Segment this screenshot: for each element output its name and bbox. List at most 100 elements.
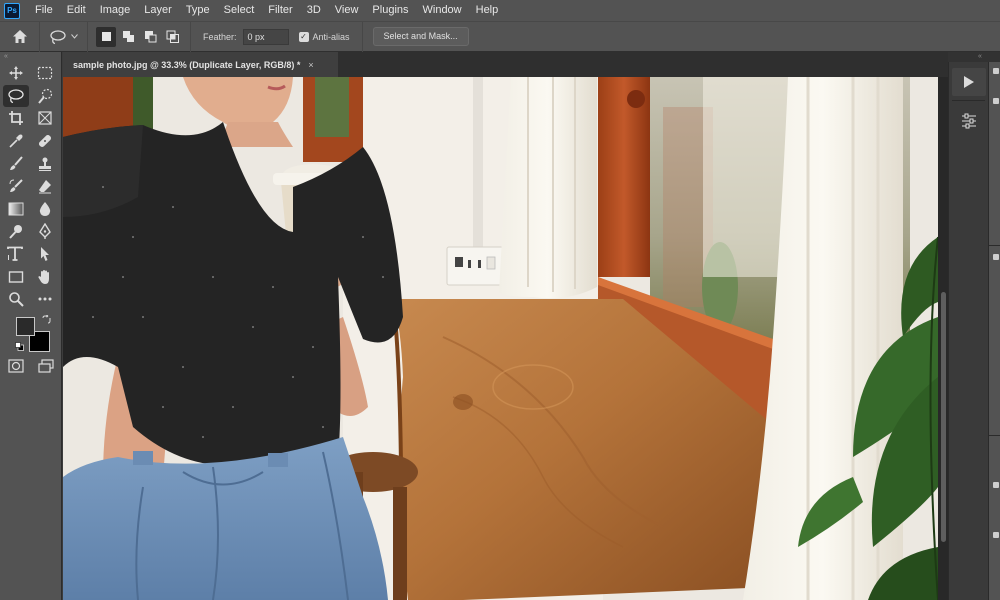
photoshop-window: Ps File Edit Image Layer Type Select Fil… — [0, 0, 1000, 600]
feather-label: Feather: — [203, 31, 237, 42]
actions-play-button[interactable] — [952, 68, 986, 96]
menu-edit[interactable]: Edit — [60, 0, 93, 21]
panel-marker — [993, 68, 999, 74]
menu-image[interactable]: Image — [93, 0, 138, 21]
more-tools[interactable] — [32, 288, 58, 311]
panel-marker — [993, 532, 999, 538]
intersect-selection-button[interactable] — [162, 27, 182, 47]
divider — [989, 435, 1000, 436]
document-tab-bar: sample photo.jpg @ 33.3% (Duplicate Laye… — [63, 52, 948, 77]
lasso-tool[interactable] — [3, 84, 29, 108]
quick-select-icon — [38, 88, 53, 104]
tool-preset-picker[interactable] — [40, 21, 88, 52]
panels-strip — [988, 62, 1000, 600]
new-selection-icon — [101, 32, 111, 41]
ellipsis-icon — [38, 297, 52, 301]
menu-bar: Ps File Edit Image Layer Type Select Fil… — [0, 0, 1000, 21]
quick-mask-icon[interactable] — [8, 358, 24, 373]
menu-type[interactable]: Type — [179, 0, 217, 21]
scrollbar-thumb[interactable] — [941, 292, 946, 542]
collapse-panels-button[interactable]: « — [948, 52, 1000, 62]
gradient-tool[interactable] — [3, 198, 29, 221]
canvas-vertical-scrollbar[interactable] — [938, 77, 948, 600]
panel-marker — [993, 254, 999, 260]
quick-select-tool[interactable] — [32, 85, 58, 108]
close-tab-icon[interactable]: × — [308, 60, 313, 70]
add-selection-icon — [122, 31, 134, 42]
tools-panel: « — [0, 52, 62, 600]
default-colors-icon[interactable] — [15, 341, 24, 351]
menu-view[interactable]: View — [328, 0, 366, 21]
brush-icon — [10, 156, 23, 170]
screen-mode-icon[interactable] — [38, 358, 54, 373]
menu-help[interactable]: Help — [469, 0, 506, 21]
divider — [361, 21, 363, 52]
zoom-tool[interactable] — [3, 288, 29, 311]
menu-file[interactable]: File — [28, 0, 60, 21]
menu-3d[interactable]: 3D — [300, 0, 328, 21]
bandage-icon — [38, 135, 52, 148]
collapse-toolbar-button[interactable]: « — [0, 52, 61, 62]
drop-icon — [39, 201, 51, 216]
gradient-icon — [8, 202, 24, 216]
menu-filter[interactable]: Filter — [261, 0, 299, 21]
menu-window[interactable]: Window — [416, 0, 469, 21]
foreground-color-swatch[interactable] — [16, 316, 35, 336]
home-button[interactable] — [0, 21, 40, 52]
menu-select[interactable]: Select — [217, 0, 262, 21]
anti-alias-toggle[interactable]: ✓ Anti-alias — [298, 31, 350, 42]
swap-colors-icon[interactable] — [42, 314, 51, 324]
eyedropper-tool[interactable] — [3, 130, 29, 153]
lasso-icon — [8, 89, 24, 104]
sliders-icon — [962, 113, 976, 129]
type-tool[interactable] — [3, 243, 29, 266]
history-brush-tool[interactable] — [3, 175, 29, 198]
hand-tool[interactable] — [32, 265, 58, 288]
color-swatches — [0, 314, 61, 355]
select-and-mask-button[interactable]: Select and Mask... — [372, 27, 469, 46]
document-tab[interactable]: sample photo.jpg @ 33.3% (Duplicate Laye… — [63, 52, 338, 77]
tool-grid — [0, 62, 61, 311]
add-selection-button[interactable] — [118, 27, 138, 47]
dodge-icon — [9, 225, 22, 240]
marquee-tool[interactable] — [32, 62, 58, 85]
move-tool[interactable] — [3, 62, 29, 85]
divider — [989, 245, 1000, 246]
eraser-tool[interactable] — [32, 175, 58, 198]
options-bar: Feather: 0 px ✓ Anti-alias Select and Ma… — [0, 21, 1000, 52]
path-select-tool[interactable] — [32, 243, 58, 266]
play-icon — [964, 76, 974, 88]
shape-tool[interactable] — [3, 265, 29, 288]
menu-plugins[interactable]: Plugins — [365, 0, 415, 21]
stamp-tool[interactable] — [32, 152, 58, 175]
chevron-down-icon — [71, 34, 78, 39]
frame-tool[interactable] — [32, 107, 58, 130]
panel-dock — [948, 62, 988, 600]
intersect-selection-icon — [166, 30, 179, 43]
magnifier-icon — [9, 292, 24, 307]
dodge-tool[interactable] — [3, 220, 29, 243]
blur-tool[interactable] — [32, 198, 58, 221]
anti-alias-checkbox[interactable]: ✓ — [298, 31, 309, 42]
adjustments-button[interactable] — [952, 107, 986, 135]
document-canvas[interactable] — [63, 77, 938, 600]
panel-marker — [993, 98, 999, 104]
subtract-selection-button[interactable] — [140, 27, 160, 47]
menu-layer[interactable]: Layer — [137, 0, 179, 21]
feather-input[interactable]: 0 px — [242, 28, 289, 45]
frame-icon — [38, 111, 52, 126]
mode-tools — [0, 358, 61, 373]
document-tab-title: sample photo.jpg @ 33.3% (Duplicate Laye… — [73, 59, 301, 70]
anti-alias-label: Anti-alias — [312, 31, 350, 42]
pen-tool[interactable] — [32, 220, 58, 243]
healing-tool[interactable] — [32, 130, 58, 153]
new-selection-button[interactable] — [96, 26, 116, 47]
subtract-selection-icon — [144, 31, 156, 43]
photoshop-logo-icon: Ps — [4, 2, 20, 19]
lasso-icon — [50, 29, 66, 44]
selection-mode-group — [88, 21, 191, 52]
crop-tool[interactable] — [3, 107, 29, 130]
brush-tool[interactable] — [3, 152, 29, 175]
eraser-icon — [39, 180, 51, 194]
pen-icon — [39, 223, 51, 240]
